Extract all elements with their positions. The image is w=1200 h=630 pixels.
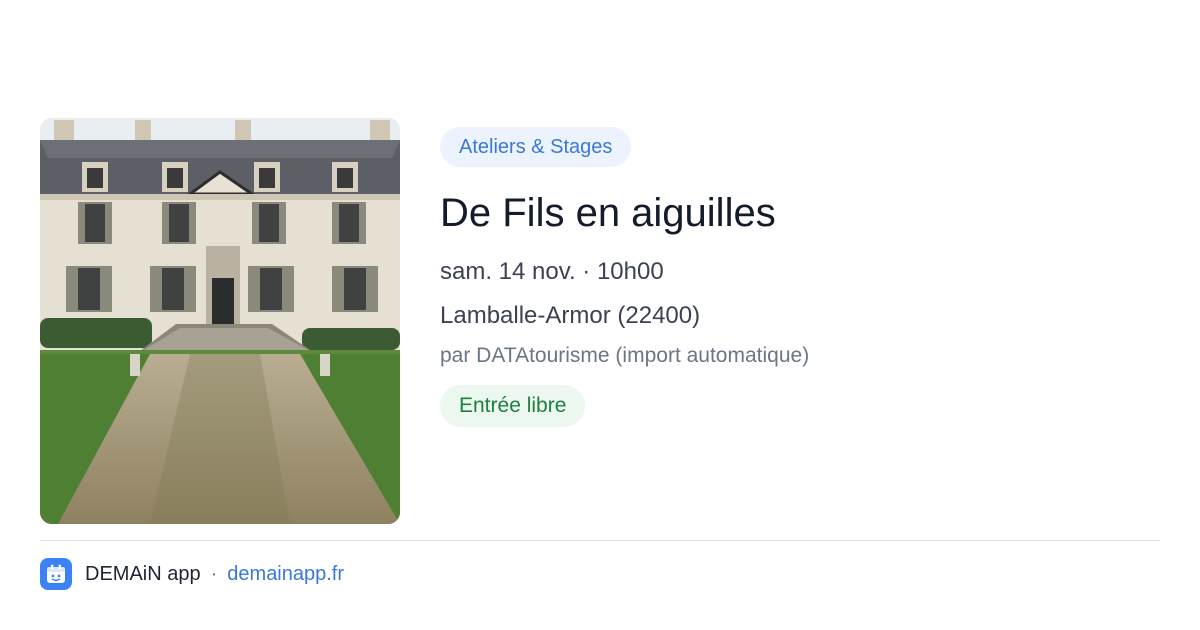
price-badge: Entrée libre	[440, 385, 586, 427]
event-location: Lamballe-Armor (22400)	[440, 302, 701, 329]
footer: DEMAiN app · demainapp.fr	[40, 558, 344, 590]
app-url-link[interactable]: demainapp.fr	[227, 563, 344, 586]
event-title: De Fils en aiguilles	[440, 191, 776, 235]
app-logo-icon	[40, 558, 72, 590]
footer-divider	[40, 540, 1160, 541]
event-datetime: sam. 14 nov. · 10h00	[440, 258, 664, 285]
footer-separator: ·	[210, 562, 218, 585]
event-info: Ateliers & Stages De Fils en aiguilles s…	[440, 127, 1160, 427]
category-badge[interactable]: Ateliers & Stages	[440, 127, 632, 167]
app-name: DEMAiN app	[85, 562, 201, 585]
event-source: par DATAtourisme (import automatique)	[440, 344, 810, 367]
event-photo	[40, 118, 400, 524]
